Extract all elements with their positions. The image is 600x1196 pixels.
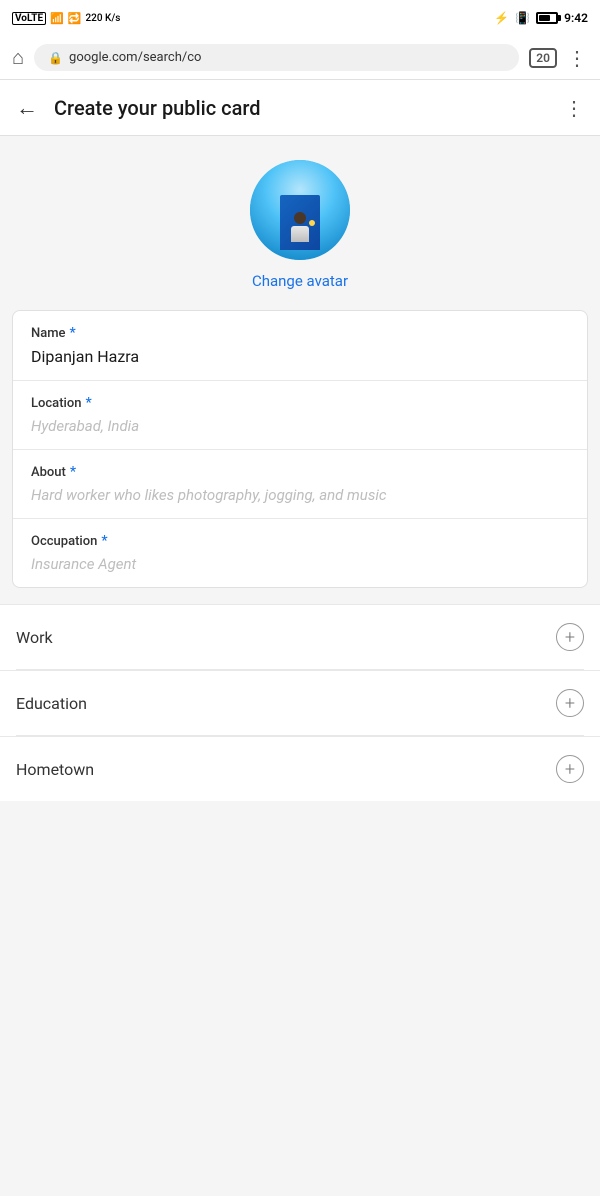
- wifi-signal: 🔁: [68, 12, 82, 25]
- about-required: *: [70, 464, 76, 480]
- status-right: ⚡ 📳 9:42: [494, 11, 588, 25]
- battery-icon: [536, 12, 558, 24]
- vibrate-icon: 📳: [515, 11, 530, 25]
- form-card: Name * Dipanjan Hazra Location * Hyderab…: [12, 310, 588, 588]
- back-button[interactable]: ←: [16, 95, 38, 121]
- location-placeholder: Hyderabad, India: [31, 417, 569, 435]
- about-field[interactable]: About * Hard worker who likes photograph…: [13, 450, 587, 519]
- avatar-image: [250, 160, 350, 260]
- network-signal: 📶: [50, 12, 64, 25]
- page-title: Create your public card: [54, 96, 548, 120]
- education-section[interactable]: Education +: [0, 670, 600, 735]
- about-label: About *: [31, 464, 569, 480]
- home-button[interactable]: ⌂: [12, 45, 24, 70]
- avatar[interactable]: [250, 160, 350, 260]
- occupation-field[interactable]: Occupation * Insurance Agent: [13, 519, 587, 587]
- location-required: *: [85, 395, 91, 411]
- name-field[interactable]: Name * Dipanjan Hazra: [13, 311, 587, 381]
- status-left: VoLTE 📶 🔁 220 K/s: [12, 12, 120, 25]
- avatar-figure: [290, 212, 310, 240]
- about-placeholder: Hard worker who likes photography, joggi…: [31, 486, 569, 504]
- carrier-label: VoLTE: [12, 12, 46, 25]
- speed-label: 220 K/s: [85, 13, 120, 24]
- work-expand-icon[interactable]: +: [556, 623, 584, 651]
- tab-count[interactable]: 20: [529, 48, 557, 68]
- location-field[interactable]: Location * Hyderabad, India: [13, 381, 587, 450]
- education-label: Education: [16, 694, 87, 713]
- occupation-placeholder: Insurance Agent: [31, 555, 569, 573]
- hometown-expand-icon[interactable]: +: [556, 755, 584, 783]
- occupation-label: Occupation *: [31, 533, 569, 549]
- hometown-label: Hometown: [16, 760, 94, 779]
- education-expand-icon[interactable]: +: [556, 689, 584, 717]
- header-more-button[interactable]: ⋮: [564, 96, 584, 120]
- lock-icon: 🔒: [48, 51, 63, 65]
- avatar-figure-body: [291, 226, 309, 242]
- work-label: Work: [16, 628, 53, 647]
- hometown-section[interactable]: Hometown +: [0, 736, 600, 801]
- name-required: *: [70, 325, 76, 341]
- change-avatar-button[interactable]: Change avatar: [252, 272, 348, 290]
- bluetooth-icon: ⚡: [494, 11, 509, 25]
- main-content: Change avatar Name * Dipanjan Hazra Loca…: [0, 136, 600, 821]
- browser-bar: ⌂ 🔒 google.com/search/co 20 ⋮: [0, 36, 600, 80]
- name-label: Name *: [31, 325, 569, 341]
- battery-fill: [539, 15, 550, 21]
- occupation-required: *: [101, 533, 107, 549]
- location-label: Location *: [31, 395, 569, 411]
- time-label: 9:42: [564, 11, 588, 25]
- avatar-figure-head: [294, 212, 306, 224]
- expand-sections: Work + Education + Hometown +: [0, 604, 600, 801]
- work-section[interactable]: Work +: [0, 604, 600, 669]
- status-bar: VoLTE 📶 🔁 220 K/s ⚡ 📳 9:42: [0, 0, 600, 36]
- page-header: ← Create your public card ⋮: [0, 80, 600, 136]
- url-bar[interactable]: 🔒 google.com/search/co: [34, 44, 519, 71]
- avatar-section: Change avatar: [0, 160, 600, 290]
- name-value: Dipanjan Hazra: [31, 347, 569, 366]
- url-text: google.com/search/co: [69, 50, 201, 65]
- browser-more-button[interactable]: ⋮: [567, 46, 588, 70]
